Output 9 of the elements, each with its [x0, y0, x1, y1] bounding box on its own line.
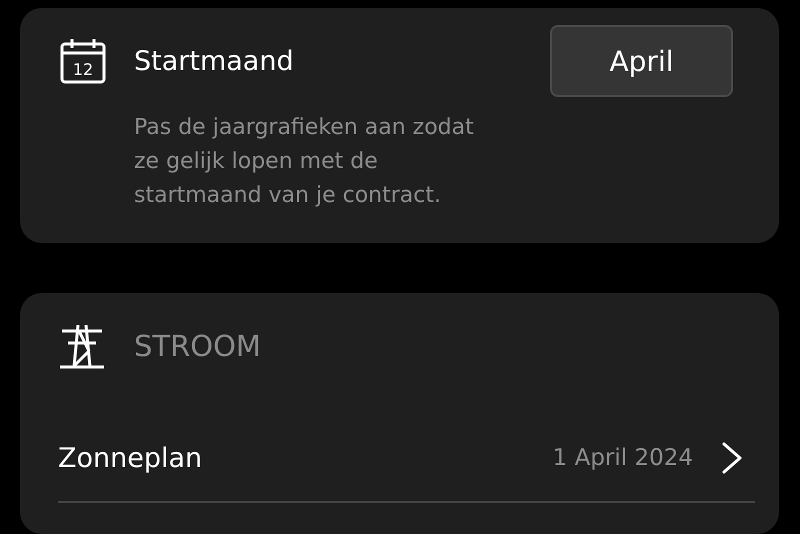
contract-date: 1 April 2024 [552, 445, 693, 471]
chevron-right-icon [721, 441, 743, 475]
contract-row[interactable]: Zonneplan 1 April 2024 [58, 427, 755, 503]
power-pylon-icon [60, 323, 104, 369]
setting-description: Pas de jaargrafieken aan zodat ze gelijk lopen met de startmaand van je contract. [134, 114, 475, 210]
setting-title: Startmaand [134, 46, 295, 76]
month-button[interactable]: April [550, 25, 733, 97]
section-heading: STROOM [134, 329, 261, 363]
contract-name: Zonneplan [58, 442, 204, 474]
